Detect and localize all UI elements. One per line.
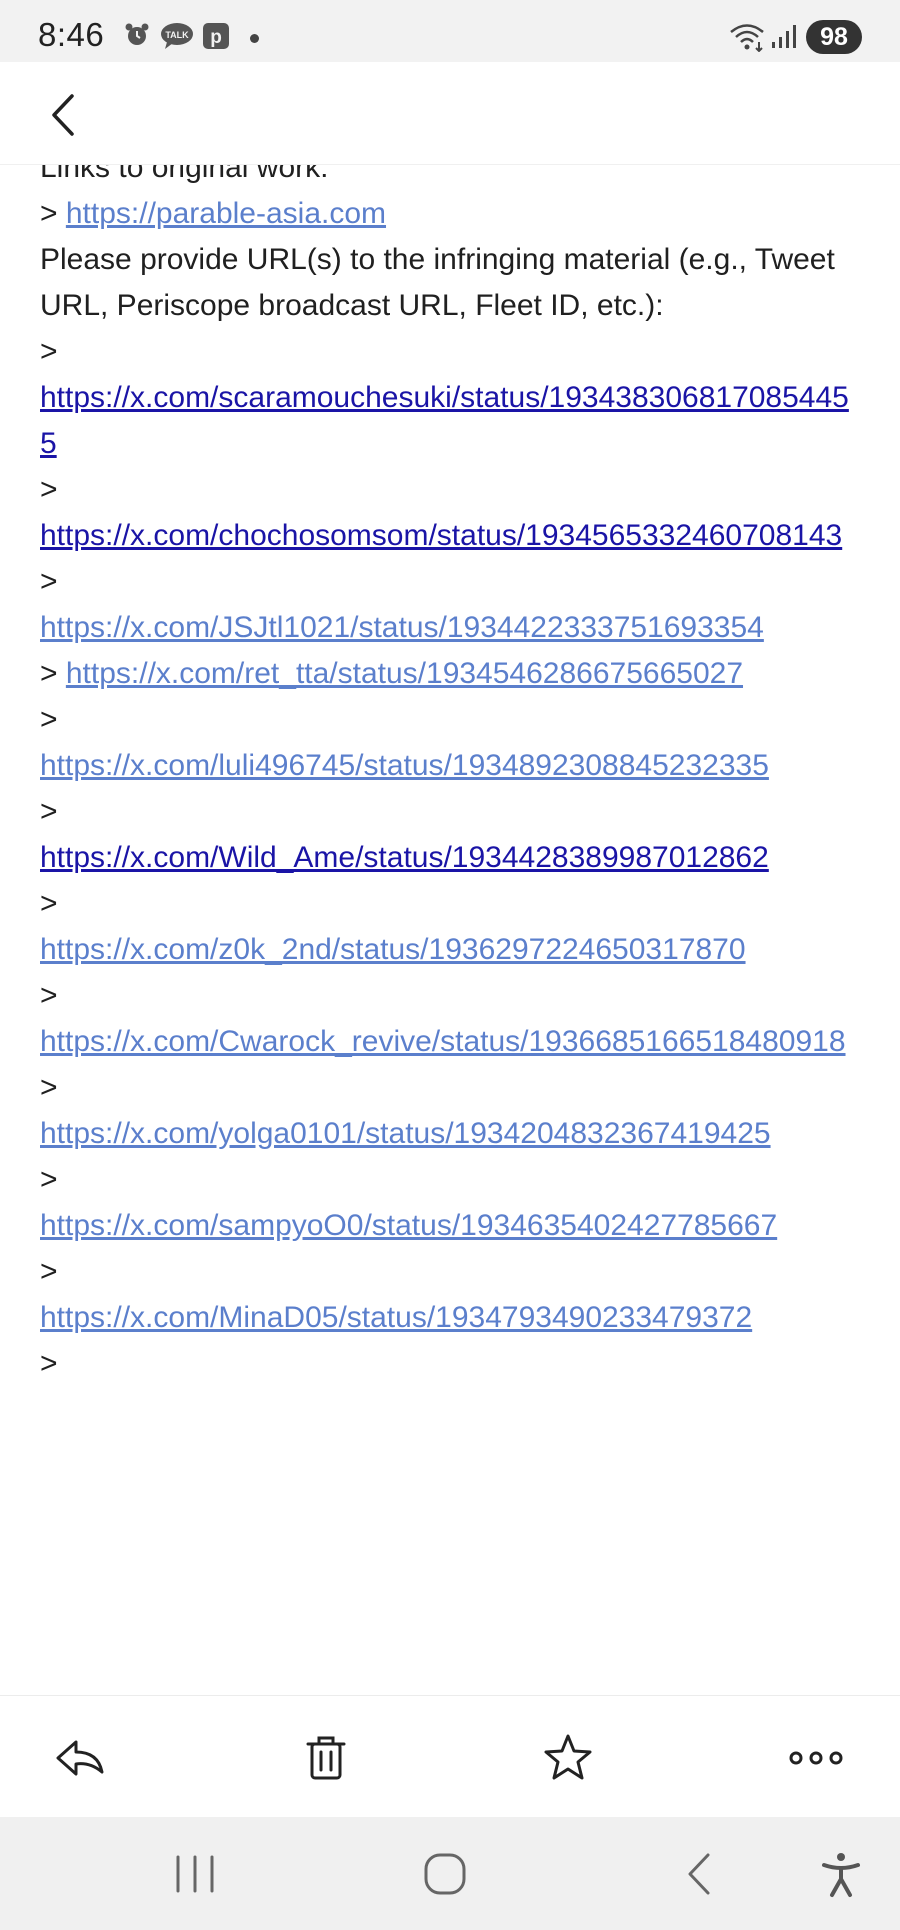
email-body[interactable]: Links to original work: > https://parabl… [0,165,900,1695]
quote-marker: > [40,795,58,828]
infringing-link[interactable]: https://x.com/chochosomsom/status/193456… [40,519,842,552]
link-line: https://x.com/yolga0101/status/193420483… [40,1111,860,1157]
accessibility-icon[interactable] [816,1849,866,1899]
status-time: 8:46 [38,16,105,53]
recents-icon[interactable] [170,1849,220,1899]
infringing-link[interactable]: https://x.com/Wild_Ame/status/1934428389… [40,841,769,874]
quote-marker: > [40,1071,58,1104]
link-line: https://x.com/Wild_Ame/status/1934428389… [40,835,860,881]
infringing-link[interactable]: https://x.com/sampyoO0/status/1934635402… [40,1209,777,1242]
email-body-text: Links to original work: > https://parabl… [40,165,860,1387]
top-app-bar [0,62,900,165]
infringing-link[interactable]: https://x.com/JSJtl1021/status/193442233… [40,611,764,644]
original-link-line: > https://parable-asia.com [40,191,860,237]
alarm-icon [125,23,149,45]
link-line: https://x.com/sampyoO0/status/1934635402… [40,1203,860,1249]
wifi-icon [730,24,764,52]
quote-marker: > [40,565,58,598]
quote-marker: > [40,703,58,736]
quote-marker: > [40,1163,58,1196]
star-icon[interactable] [538,1728,598,1788]
nav-back-icon[interactable] [676,1849,726,1899]
kakaotalk-icon: TALK [161,23,193,49]
infringing-links-list: > https://x.com/scaramouchesuki/status/19… [40,329,860,1341]
infringing-link[interactable]: https://x.com/luli496745/status/19348923… [40,749,769,782]
signal-icon [772,25,796,48]
reply-icon[interactable] [50,1728,110,1788]
bottom-action-bar [0,1695,900,1817]
infringing-link[interactable]: https://x.com/z0k_2nd/status/19362972246… [40,933,746,966]
links-heading: Links to original work: [40,165,329,184]
quote-marker: > [40,887,58,920]
trash-icon[interactable] [296,1728,356,1788]
infringing-link[interactable]: https://x.com/MinaD05/status/19347934902… [40,1301,752,1334]
infringing-link[interactable]: https://x.com/scaramouchesuki/status/193… [40,381,849,460]
notification-dot [250,34,259,43]
link-line: https://x.com/chochosomsom/status/193456… [40,513,860,559]
original-work-link[interactable]: https://parable-asia.com [66,197,386,230]
link-line: https://x.com/Cwarock_revive/status/1936… [40,1019,860,1065]
infringing-link[interactable]: https://x.com/ret_tta/status/19345462866… [66,657,743,690]
quote-marker: > [40,197,66,230]
link-line: https://x.com/JSJtl1021/status/193442233… [40,605,860,651]
more-horizontal-icon[interactable] [786,1728,846,1788]
quote-marker: > [40,657,66,690]
home-icon[interactable] [420,1849,470,1899]
battery-indicator: 98 [806,20,862,54]
back-icon[interactable] [40,90,90,140]
p-label: p [210,27,222,48]
link-line: https://x.com/scaramouchesuki/status/193… [40,375,860,467]
system-nav-bar [0,1817,900,1930]
quote-marker: > [40,473,58,506]
quote-marker: > [40,335,58,368]
link-line: > https://x.com/ret_tta/status/193454628… [40,651,860,697]
quote-marker: > [40,1255,58,1288]
link-line: https://x.com/z0k_2nd/status/19362972246… [40,927,860,973]
talk-label: TALK [165,30,189,40]
link-line: https://x.com/luli496745/status/19348923… [40,743,860,789]
status-bar: 8:46 TALK p 98 [0,0,900,62]
p-app-icon: p [203,23,229,49]
trailing-quote-marker: > [40,1347,58,1380]
infringing-link[interactable]: https://x.com/yolga0101/status/193420483… [40,1117,771,1150]
infringing-link[interactable]: https://x.com/Cwarock_revive/status/1936… [40,1025,846,1058]
link-line: https://x.com/MinaD05/status/19347934902… [40,1295,860,1341]
quote-marker: > [40,979,58,1012]
request-text: Please provide URL(s) to the infringing … [40,243,835,322]
